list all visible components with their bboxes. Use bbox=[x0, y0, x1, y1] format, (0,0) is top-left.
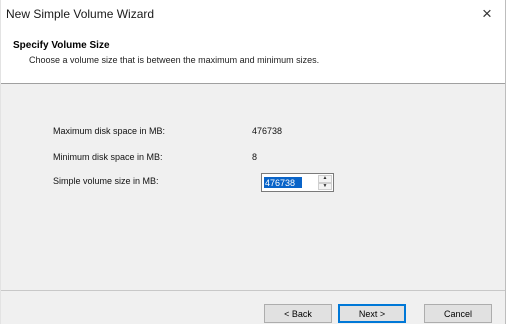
volume-size-label: Simple volume size in MB: bbox=[53, 176, 159, 186]
max-disk-space-value: 476738 bbox=[252, 126, 283, 136]
close-button[interactable]: × bbox=[473, 1, 501, 27]
next-button[interactable]: Next > bbox=[338, 304, 406, 323]
page-subtitle: Choose a volume size that is between the… bbox=[29, 55, 320, 65]
window-title: New Simple Volume Wizard bbox=[6, 7, 155, 21]
min-disk-space-label: Minimum disk space in MB: bbox=[53, 152, 163, 162]
close-icon: × bbox=[482, 4, 492, 23]
spinner-buttons: ▲ ▼ bbox=[318, 175, 332, 190]
back-button[interactable]: < Back bbox=[264, 304, 332, 323]
title-bar: New Simple Volume Wizard × bbox=[1, 0, 505, 30]
cancel-button[interactable]: Cancel bbox=[424, 304, 492, 323]
min-disk-space-value: 8 bbox=[252, 152, 258, 162]
max-disk-space-label: Maximum disk space in MB: bbox=[53, 126, 166, 136]
page-title: Specify Volume Size bbox=[13, 40, 110, 51]
spin-up-button[interactable]: ▲ bbox=[318, 175, 332, 183]
volume-size-spinner[interactable]: ▲ ▼ bbox=[261, 173, 334, 192]
footer-divider bbox=[1, 290, 505, 291]
chevron-up-icon: ▲ bbox=[322, 175, 328, 182]
wizard-header: Specify Volume Size Choose a volume size… bbox=[1, 30, 505, 84]
spin-down-button[interactable]: ▼ bbox=[318, 182, 332, 190]
chevron-down-icon: ▼ bbox=[322, 182, 328, 189]
volume-size-input[interactable] bbox=[263, 175, 319, 190]
wizard-window: New Simple Volume Wizard × Specify Volum… bbox=[0, 0, 506, 324]
